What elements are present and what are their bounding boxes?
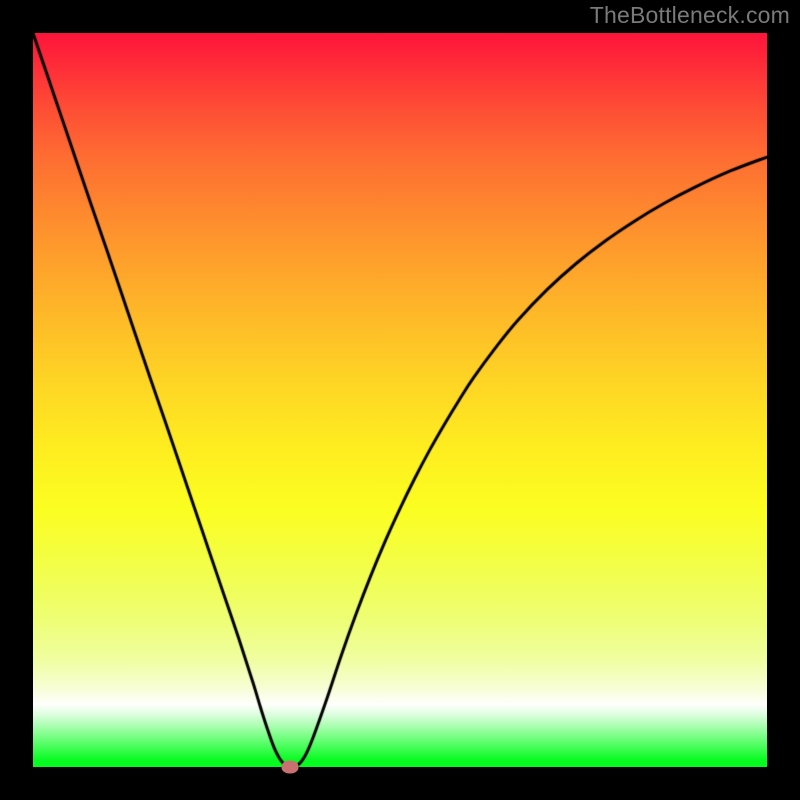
bottleneck-curve xyxy=(33,33,767,767)
optimum-marker xyxy=(281,761,298,774)
chart-frame: TheBottleneck.com xyxy=(0,0,800,800)
plot-area xyxy=(33,33,767,767)
watermark-text: TheBottleneck.com xyxy=(590,2,790,29)
